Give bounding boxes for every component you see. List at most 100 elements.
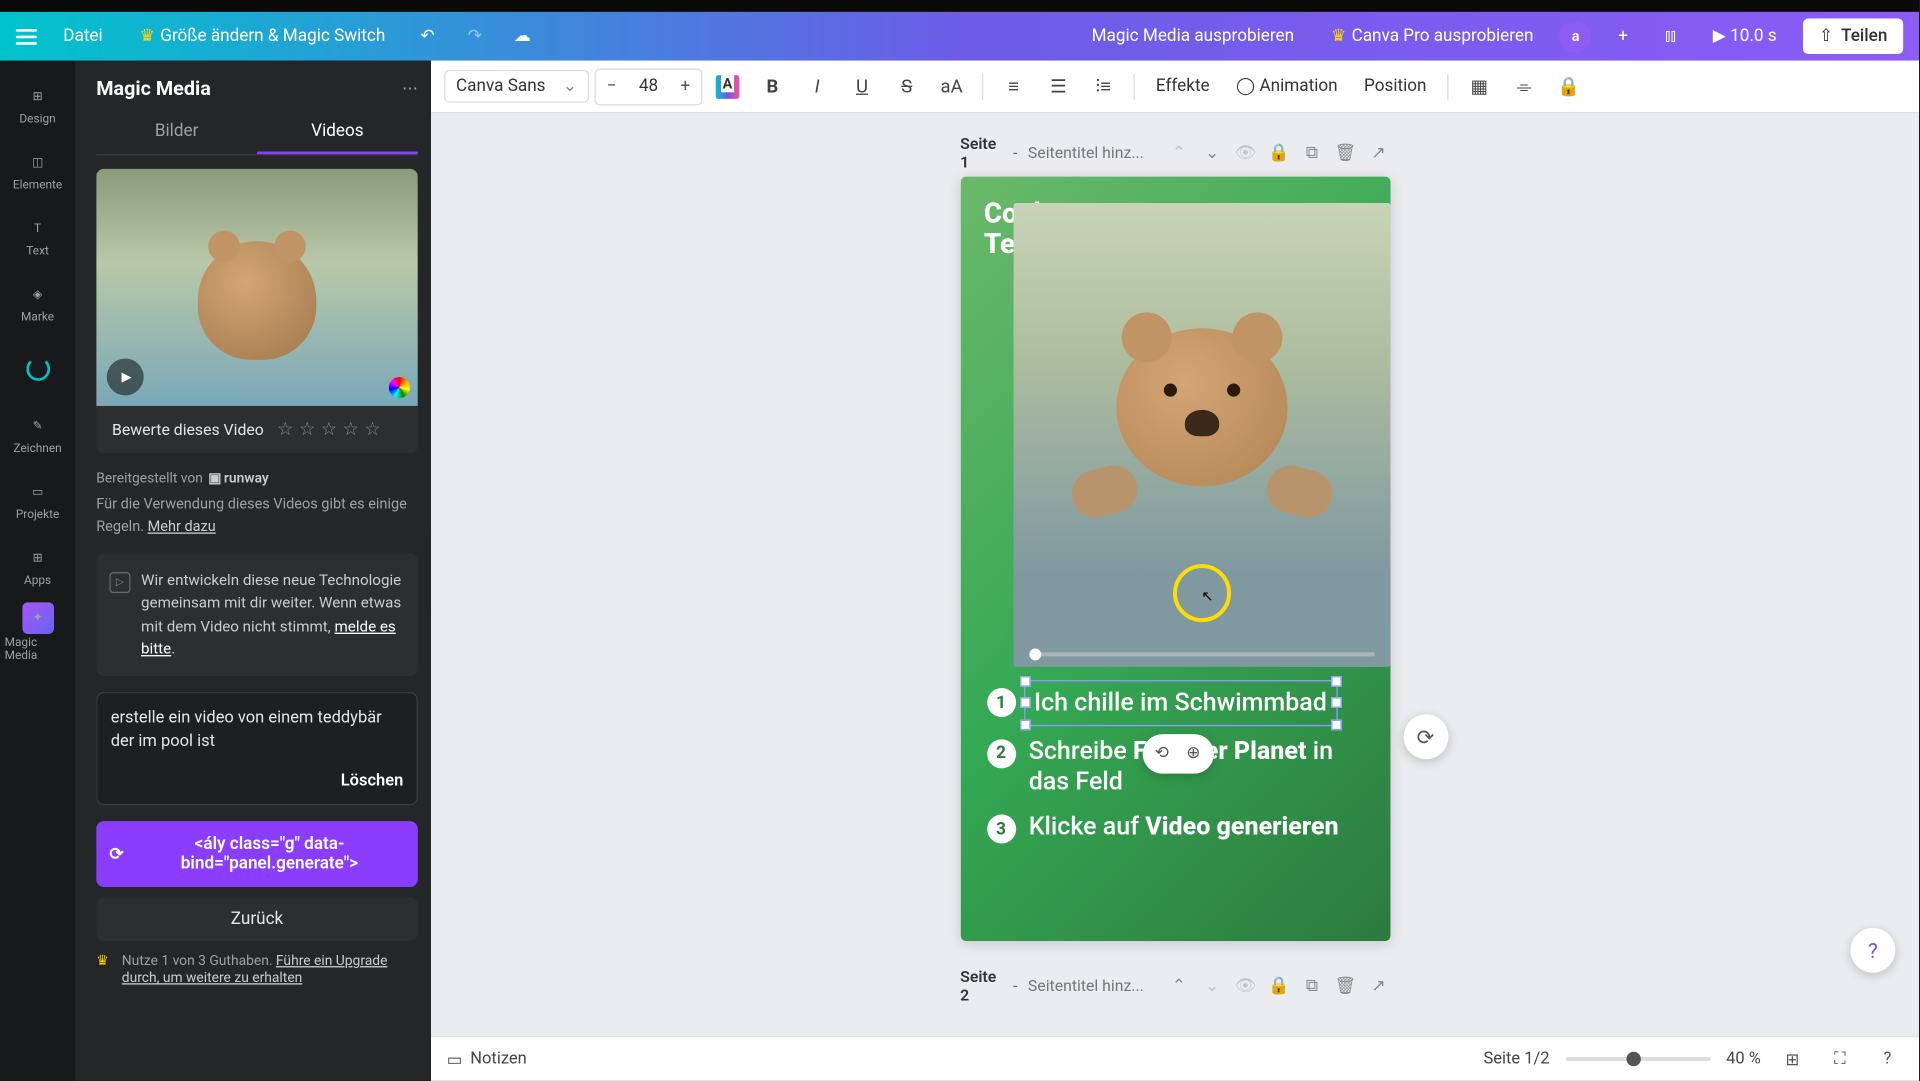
delete-page-icon[interactable]: 🗑 <box>1334 140 1357 166</box>
provider-row: Bereitgestellt von ▣ runway <box>96 469 418 486</box>
zoom-value[interactable]: 40 % <box>1726 1049 1761 1069</box>
plus-icon[interactable]: ⊕ <box>1179 739 1208 768</box>
selection-box[interactable] <box>1023 680 1337 726</box>
strikethrough-button[interactable]: S <box>887 67 927 107</box>
rail-projects[interactable]: ▭Projekte <box>5 469 71 532</box>
avatar[interactable]: a <box>1560 20 1592 52</box>
page-indicator[interactable]: Seite 1/2 <box>1483 1049 1549 1069</box>
rail-uploads[interactable] <box>5 337 71 400</box>
more-page-icon[interactable]: ↗ <box>1367 140 1390 166</box>
spacing-button[interactable]: ⫶≡ <box>1083 67 1123 107</box>
copy-style-button[interactable]: ⌯ <box>1504 67 1544 107</box>
panel-more-icon[interactable]: ⋯ <box>402 79 418 97</box>
refresh-element-button[interactable]: ⟳ <box>1403 714 1448 759</box>
rail-apps[interactable]: ⊞Apps <box>5 535 71 598</box>
underline-button[interactable]: U <box>842 67 882 107</box>
italic-button[interactable]: I <box>797 67 837 107</box>
page-title-input[interactable] <box>1028 144 1147 162</box>
usage-link[interactable]: Mehr dazu <box>148 517 216 534</box>
rail-design[interactable]: ⊞Design <box>5 74 71 137</box>
step-3-text[interactable]: Klicke auf Video generieren <box>1029 812 1339 842</box>
video-thumbnail[interactable] <box>96 169 418 406</box>
resize-menu[interactable]: ♛Größe ändern & Magic Switch <box>129 21 396 51</box>
floating-toolbar[interactable]: ⟲⊕ <box>1142 734 1213 774</box>
rotate-icon[interactable]: ⟲ <box>1147 739 1176 768</box>
canvas-scroll[interactable]: Seite 1 - ⌃ ⌄ 👁 🔒 ⧉ 🗑 ↗ CoolerTeddy <box>431 113 1919 1036</box>
undo-icon[interactable]: ↶ <box>412 20 444 52</box>
color-wheel-icon[interactable] <box>389 377 410 398</box>
generate-button[interactable]: ⟳<ály class="g" data-bind="panel.generat… <box>96 821 418 887</box>
rail-magic-media[interactable]: ✦Magic Media <box>5 601 71 664</box>
increase-size-button[interactable]: + <box>670 69 702 103</box>
document-title[interactable]: Magic Media ausprobieren <box>1081 21 1305 51</box>
zoom-slider[interactable] <box>1565 1057 1710 1061</box>
lock-page-icon[interactable]: 🔒 <box>1267 973 1290 999</box>
rating-stars[interactable]: ☆ ☆ ☆ ☆ ☆ <box>277 419 381 440</box>
video-result-card[interactable]: Bewerte dieses Video ☆ ☆ ☆ ☆ ☆ <box>96 169 418 454</box>
rail-text[interactable]: TText <box>5 206 71 269</box>
page-down-icon[interactable]: ⌄ <box>1201 140 1224 166</box>
video-progress-bar[interactable] <box>1029 652 1374 656</box>
animation-button[interactable]: ◯ Animation <box>1225 71 1348 101</box>
rail-elements[interactable]: ◫Elemente <box>5 140 71 203</box>
menu-icon[interactable] <box>16 28 37 44</box>
cloud-sync-icon[interactable]: ☁ <box>507 20 539 52</box>
duplicate-page-icon[interactable]: ⧉ <box>1301 973 1324 999</box>
hide-page-icon[interactable]: 👁 <box>1234 973 1257 999</box>
try-pro-button[interactable]: ♛Canva Pro ausprobieren <box>1320 21 1544 51</box>
star-icon[interactable]: ☆ <box>277 419 294 440</box>
back-button[interactable]: Zurück <box>96 898 418 941</box>
help-icon[interactable]: ? <box>1872 1043 1904 1075</box>
share-button[interactable]: ⇧Teilen <box>1803 18 1903 54</box>
text-icon: T <box>24 216 50 242</box>
step-1-text[interactable]: Ich chille im Schwimmbad <box>1029 685 1332 720</box>
delete-page-icon[interactable]: 🗑 <box>1334 973 1357 999</box>
list-button[interactable]: ☰ <box>1039 67 1079 107</box>
fullscreen-icon[interactable]: ⛶ <box>1824 1043 1856 1075</box>
transparency-button[interactable]: ▦ <box>1459 67 1499 107</box>
text-color-button[interactable] <box>708 67 748 107</box>
file-menu[interactable]: Datei <box>53 21 114 51</box>
clear-button[interactable]: Löschen <box>111 771 404 791</box>
elements-icon: ◫ <box>24 150 50 176</box>
lock-button[interactable]: 🔒 <box>1549 67 1589 107</box>
rail-draw[interactable]: ✎Zeichnen <box>5 403 71 466</box>
font-size-value[interactable]: 48 <box>627 76 669 96</box>
tab-images[interactable]: Bilder <box>96 111 257 154</box>
page-down-icon[interactable]: ⌄ <box>1201 973 1224 999</box>
notes-button[interactable]: ▭Notizen <box>447 1048 527 1069</box>
rail-brand[interactable]: ◈Marke <box>5 272 71 335</box>
prompt-text[interactable]: erstelle ein video von einem teddybär de… <box>111 706 404 760</box>
page-title-input[interactable] <box>1028 977 1147 995</box>
bold-button[interactable]: B <box>753 67 793 107</box>
page-up-icon[interactable]: ⌃ <box>1168 140 1191 166</box>
lock-page-icon[interactable]: 🔒 <box>1267 140 1290 166</box>
page-up-icon[interactable]: ⌃ <box>1168 973 1191 999</box>
redo-icon[interactable]: ↷ <box>459 20 491 52</box>
star-icon[interactable]: ☆ <box>299 419 316 440</box>
video-element[interactable]: ↖ <box>1013 203 1390 667</box>
add-member-icon[interactable]: + <box>1607 20 1639 52</box>
star-icon[interactable]: ☆ <box>364 419 381 440</box>
present-button[interactable]: ▶ 10.0 s <box>1702 21 1787 51</box>
prompt-input[interactable]: erstelle ein video von einem teddybär de… <box>96 692 418 805</box>
collapse-panel-icon[interactable]: ‹ <box>430 531 431 610</box>
align-button[interactable]: ≡ <box>994 67 1034 107</box>
more-page-icon[interactable]: ↗ <box>1367 973 1390 999</box>
duplicate-page-icon[interactable]: ⧉ <box>1301 140 1324 166</box>
insights-icon[interactable]: ⫾⫾ <box>1655 20 1687 52</box>
hide-page-icon[interactable]: 👁 <box>1234 140 1257 166</box>
page-1-canvas[interactable]: CoolerTeddy ↖ 1 Ich chille im Schw <box>960 177 1390 941</box>
decrease-size-button[interactable]: − <box>596 69 628 103</box>
grid-view-icon[interactable]: ⊞ <box>1777 1043 1809 1075</box>
play-icon[interactable] <box>107 358 144 395</box>
position-button[interactable]: Position <box>1353 71 1437 101</box>
help-button[interactable]: ? <box>1850 928 1895 973</box>
font-selector[interactable]: Canva Sans⌄ <box>444 70 589 103</box>
step-2-text[interactable]: Schreibe Fremder Planet in das Feld ⟲⊕ <box>1029 736 1372 796</box>
star-icon[interactable]: ☆ <box>321 419 338 440</box>
tab-videos[interactable]: Videos <box>257 111 418 154</box>
case-button[interactable]: aA <box>932 67 972 107</box>
star-icon[interactable]: ☆ <box>342 419 359 440</box>
effects-button[interactable]: Effekte <box>1145 71 1220 101</box>
